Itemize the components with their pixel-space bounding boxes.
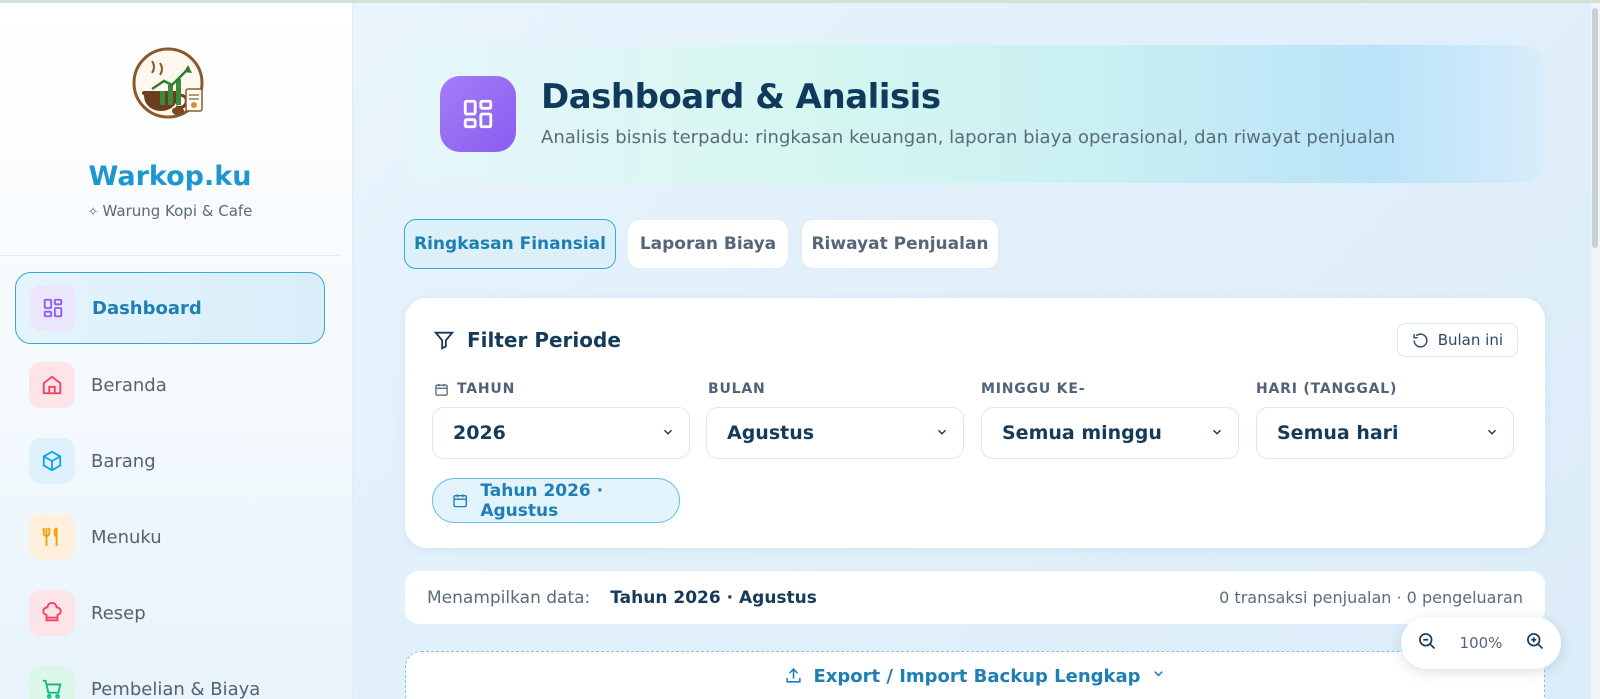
brand-logo <box>130 45 210 125</box>
utensils-icon <box>29 514 75 560</box>
sidebar-item-label: Pembelian & Biaya <box>91 678 261 699</box>
sidebar-item-barang[interactable]: Barang <box>15 425 325 497</box>
data-info-bar: Menampilkan data: Tahun 2026 · Agustus 0… <box>405 571 1545 624</box>
filter-panel: Filter Periode Bulan ini TAHUN BULAN MIN… <box>405 298 1545 548</box>
zoom-control: 100% <box>1401 617 1561 669</box>
calendar-icon <box>453 494 467 508</box>
sidebar-item-label: Barang <box>91 450 156 472</box>
zoom-level: 100% <box>1459 634 1503 652</box>
page-subtitle: Analisis bisnis terpadu: ringkasan keuan… <box>541 127 1396 148</box>
day-select[interactable]: Semua hari <box>1256 407 1514 459</box>
export-import-backup-button[interactable]: Export / Import Backup Lengkap <box>405 651 1545 699</box>
brand-subtitle: ✧ Warung Kopi & Cafe <box>0 202 340 220</box>
tab-riwayat-penjualan[interactable]: Riwayat Penjualan <box>801 219 999 269</box>
export-import-label: Export / Import Backup Lengkap <box>813 666 1141 687</box>
page-title: Dashboard & Analisis <box>541 77 941 117</box>
week-select[interactable]: Semua minggu <box>981 407 1239 459</box>
filter-icon <box>433 331 455 350</box>
filter-title-text: Filter Periode <box>467 328 621 352</box>
day-select-value: Semua hari <box>1277 422 1399 444</box>
tab-ringkasan-finansial[interactable]: Ringkasan Finansial <box>404 219 616 269</box>
sidebar-item-resep[interactable]: Resep <box>15 577 325 649</box>
reset-month-button[interactable]: Bulan ini <box>1396 323 1518 357</box>
sidebar-item-label: Resep <box>91 602 146 624</box>
day-label: HARI (TANGGAL) <box>1256 381 1398 397</box>
chevron-down-icon <box>1485 422 1499 444</box>
brand-name: Warkop.ku <box>88 161 252 192</box>
reset-month-label: Bulan ini <box>1437 331 1503 349</box>
zoom-in-icon[interactable] <box>1525 631 1545 655</box>
chevron-down-icon <box>935 422 949 444</box>
sparkle-icon: ✧ <box>87 205 99 220</box>
dashboard-icon <box>440 76 516 152</box>
year-select-value: 2026 <box>453 422 506 444</box>
calendar-icon <box>435 383 448 396</box>
active-period-chip: Tahun 2026 · Agustus <box>432 478 680 523</box>
showing-data-value: Tahun 2026 · Agustus <box>610 587 817 608</box>
chevron-down-icon <box>1153 671 1163 677</box>
sidebar-item-menuku[interactable]: Menuku <box>15 501 325 573</box>
chevron-down-icon <box>1210 422 1224 444</box>
week-label: MINGGU KE- <box>981 381 1086 397</box>
sidebar-item-label: Dashboard <box>92 297 202 319</box>
sidebar-item-beranda[interactable]: Beranda <box>15 349 325 421</box>
year-label-text: TAHUN <box>457 381 516 397</box>
cart-icon <box>29 666 75 699</box>
active-period-text: Tahun 2026 · Agustus <box>480 480 604 521</box>
refresh-icon <box>1413 332 1428 348</box>
chevron-down-icon <box>661 422 675 444</box>
week-select-value: Semua minggu <box>1002 422 1162 444</box>
month-label: BULAN <box>708 381 766 397</box>
box-icon <box>29 438 75 484</box>
sidebar: Warkop.ku ✧ Warung Kopi & Cafe Dashboard … <box>0 3 353 699</box>
year-label: TAHUN <box>434 381 515 397</box>
scrollbar-thumb[interactable] <box>1592 8 1598 248</box>
showing-data-label: Menampilkan data: <box>427 587 591 608</box>
month-select-value: Agustus <box>727 422 815 444</box>
sidebar-item-dashboard[interactable]: Dashboard <box>15 272 325 344</box>
brand-subtitle-text: Warung Kopi & Cafe <box>102 202 253 220</box>
month-select[interactable]: Agustus <box>706 407 964 459</box>
transaction-summary: 0 transaksi penjualan · 0 pengeluaran <box>1219 588 1523 607</box>
zoom-out-icon[interactable] <box>1417 631 1437 655</box>
filter-title: Filter Periode <box>433 328 621 352</box>
sidebar-item-label: Beranda <box>91 374 167 396</box>
sidebar-item-pembelian-biaya[interactable]: Pembelian & Biaya <box>15 653 325 699</box>
sidebar-divider <box>0 255 340 256</box>
home-icon <box>29 362 75 408</box>
tab-laporan-biaya[interactable]: Laporan Biaya <box>627 219 789 269</box>
upload-icon <box>786 668 802 683</box>
page-header: Dashboard & Analisis Analisis bisnis ter… <box>405 45 1545 183</box>
dashboard-icon <box>30 285 76 331</box>
year-select[interactable]: 2026 <box>432 407 690 459</box>
chef-hat-icon <box>29 590 75 636</box>
sidebar-item-label: Menuku <box>91 526 162 548</box>
